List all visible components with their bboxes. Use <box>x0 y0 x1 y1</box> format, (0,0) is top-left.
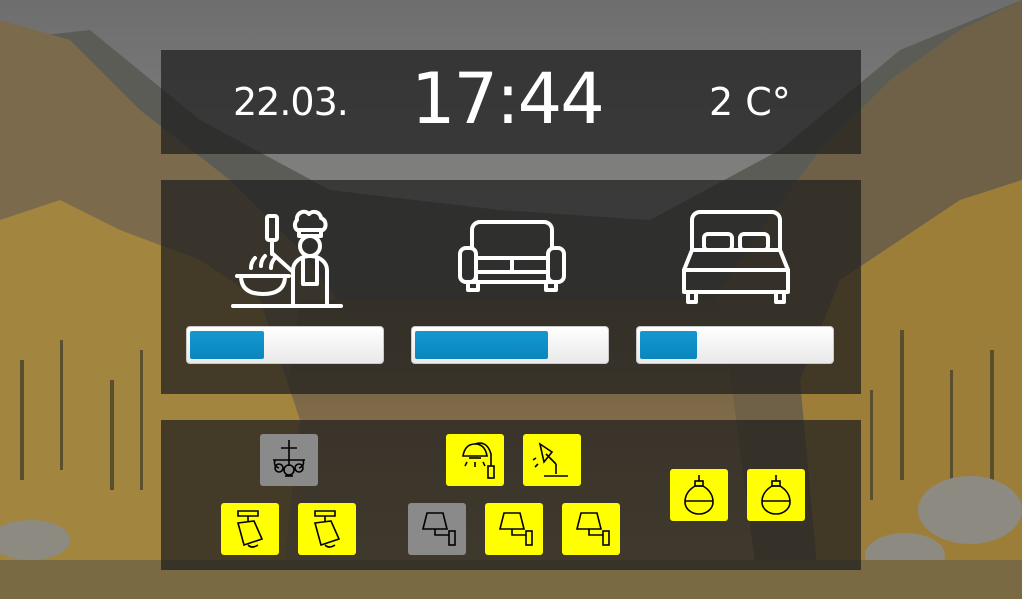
sofa-icon[interactable] <box>458 220 566 294</box>
lights-panel <box>161 420 861 570</box>
pendant-bulb-toggle-1[interactable] <box>670 469 728 521</box>
wall-sconce-toggle-3[interactable] <box>562 503 620 555</box>
chandelier-toggle[interactable] <box>260 434 318 486</box>
pendant-bulb-icon <box>684 475 714 515</box>
wall-sconce-toggle-2[interactable] <box>485 503 543 555</box>
living-room-progress-bar <box>411 326 609 364</box>
wall-lamp-icon <box>462 442 495 479</box>
ceiling-spotlight-icon <box>313 510 341 548</box>
ceiling-spotlight-toggle-1[interactable] <box>221 503 279 555</box>
bedroom-progress-bar <box>636 326 834 364</box>
status-bar: 22.03. 17:44 2 C° <box>161 50 861 154</box>
living-room-progress-fill <box>415 331 548 359</box>
date-display: 22.03. <box>233 80 349 124</box>
desk-lamp-toggle[interactable] <box>523 434 581 486</box>
wall-sconce-icon <box>575 512 610 546</box>
bed-icon[interactable] <box>682 210 790 306</box>
ceiling-spotlight-toggle-2[interactable] <box>298 503 356 555</box>
temperature-display: 2 C° <box>709 80 791 124</box>
kitchen-progress-bar <box>186 326 384 364</box>
chandelier-icon <box>273 440 305 477</box>
clock-display: 17:44 <box>411 58 605 140</box>
ceiling-spotlight-icon <box>236 510 264 548</box>
rooms-panel <box>161 180 861 394</box>
bedroom-progress-fill <box>640 331 697 359</box>
wall-lamp-toggle[interactable] <box>446 434 504 486</box>
wall-sconce-icon <box>421 512 456 546</box>
wall-sconce-toggle-1[interactable] <box>408 503 466 555</box>
chef-cooking-icon[interactable] <box>231 206 343 310</box>
wall-sconce-icon <box>498 512 533 546</box>
pendant-bulb-icon <box>761 475 791 515</box>
pendant-bulb-toggle-2[interactable] <box>747 469 805 521</box>
desk-lamp-icon <box>532 442 568 477</box>
kitchen-progress-fill <box>190 331 264 359</box>
